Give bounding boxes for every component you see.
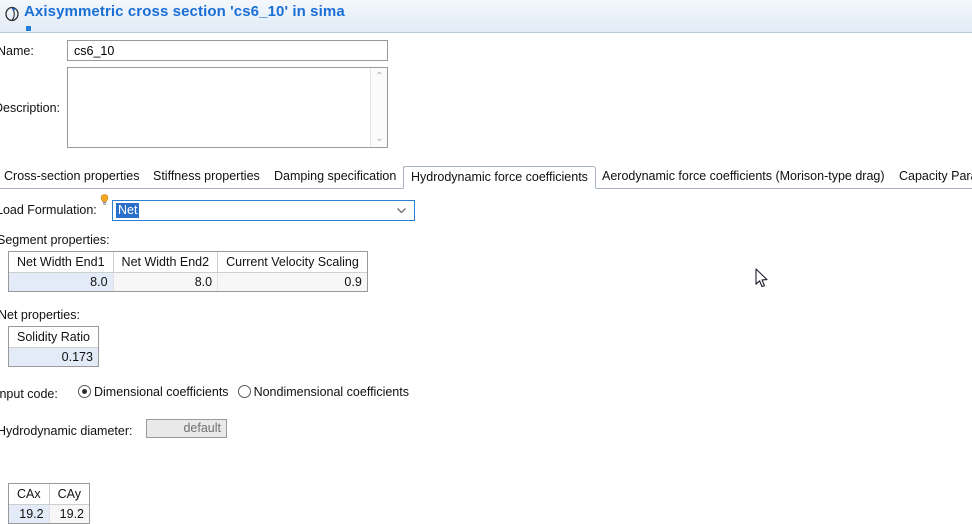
- table-header-row: Net Width End1Net Width End2Current Velo…: [9, 252, 367, 273]
- hydrodynamic-diameter-label: Hydrodynamic diameter:: [0, 424, 132, 438]
- table-cell[interactable]: 19.2: [9, 505, 49, 524]
- tab-label: Aerodynamic force coefficients (Morison-…: [602, 169, 885, 183]
- description-label: Description:: [0, 101, 60, 115]
- segment-properties-table[interactable]: Net Width End1Net Width End2Current Velo…: [8, 251, 368, 292]
- radio-label: Dimensional coefficients: [94, 385, 229, 399]
- table-row: 0.173: [9, 348, 98, 367]
- name-label: Name:: [0, 44, 34, 58]
- description-scrollbar[interactable]: ⌃ ⌄: [370, 68, 387, 147]
- scroll-down-icon[interactable]: ⌄: [371, 130, 388, 147]
- table-cell[interactable]: 8.0: [9, 273, 113, 292]
- column-header[interactable]: Net Width End1: [9, 252, 113, 273]
- hydrodynamic-diameter-input[interactable]: default: [146, 419, 227, 438]
- input-code-label: Input code:: [0, 387, 58, 401]
- header-form: Name: Description: ⌃ ⌄: [0, 33, 972, 158]
- table-header-row: CAxCAy: [9, 484, 89, 505]
- load-formulation-value: Net: [116, 203, 139, 218]
- scroll-up-icon[interactable]: ⌃: [371, 68, 388, 85]
- column-header[interactable]: CAx: [9, 484, 49, 505]
- tab-label: Damping specification: [274, 169, 396, 183]
- title-accent-mark: [26, 26, 31, 31]
- column-header[interactable]: Solidity Ratio: [9, 327, 98, 348]
- tab-stiffness-properties[interactable]: Stiffness properties: [146, 166, 268, 188]
- input-code-radio-group: Dimensional coefficients Nondimensional c…: [78, 384, 418, 399]
- radio-nondimensional-coefficients[interactable]: Nondimensional coefficients: [238, 385, 409, 399]
- net-properties-table[interactable]: Solidity Ratio0.173: [8, 326, 99, 367]
- tab-label: Hydrodynamic force coefficients: [411, 170, 588, 184]
- tab-label: Cross-section properties: [4, 169, 139, 183]
- tab-cross-section-properties[interactable]: Cross-section properties: [0, 166, 147, 188]
- tab-capacity-parameters[interactable]: Capacity Parameters: [892, 166, 972, 188]
- segment-properties-label: Segment properties:: [0, 233, 110, 247]
- load-formulation-dropdown[interactable]: Net: [112, 200, 415, 221]
- tab-label: Stiffness properties: [153, 169, 260, 183]
- added-mass-coefficients-table[interactable]: CAxCAy19.219.2: [8, 483, 90, 524]
- column-header[interactable]: CAy: [49, 484, 89, 505]
- cross-section-icon: [4, 6, 20, 22]
- tab-bar: Cross-section properties Stiffness proper…: [0, 166, 972, 189]
- column-header[interactable]: Net Width End2: [113, 252, 218, 273]
- window-title: Axisymmetric cross section 'cs6_10' in s…: [24, 3, 345, 20]
- name-input[interactable]: [67, 40, 388, 61]
- table-cell[interactable]: 8.0: [113, 273, 218, 292]
- radio-dimensional-coefficients[interactable]: Dimensional coefficients: [78, 385, 229, 399]
- tab-label: Capacity Parameters: [899, 169, 972, 183]
- table-row: 19.219.2: [9, 505, 89, 524]
- radio-label: Nondimensional coefficients: [254, 385, 409, 399]
- radio-indicator[interactable]: [78, 385, 91, 398]
- table-row: 8.08.00.9: [9, 273, 367, 292]
- tab-aerodynamic-force-coefficients-morison-type-drag[interactable]: Aerodynamic force coefficients (Morison-…: [595, 166, 893, 188]
- table-header-row: Solidity Ratio: [9, 327, 98, 348]
- chevron-down-icon[interactable]: [396, 205, 407, 216]
- tab-damping-specification[interactable]: Damping specification: [267, 166, 404, 188]
- description-field-wrapper: ⌃ ⌄: [67, 67, 388, 148]
- table-cell[interactable]: 0.9: [218, 273, 367, 292]
- load-formulation-label: Load Formulation:: [0, 203, 97, 217]
- column-header[interactable]: Current Velocity Scaling: [218, 252, 367, 273]
- table-cell[interactable]: 19.2: [49, 505, 89, 524]
- hydrodynamic-force-coefficients-panel: Load Formulation: Net Segment properties…: [0, 189, 972, 500]
- window-title-bar: Axisymmetric cross section 'cs6_10' in s…: [0, 0, 972, 33]
- net-properties-label: Net properties:: [0, 308, 80, 322]
- radio-indicator[interactable]: [238, 385, 251, 398]
- table-cell[interactable]: 0.173: [9, 348, 98, 367]
- lightbulb-icon: [100, 194, 109, 206]
- description-input[interactable]: [68, 68, 370, 147]
- tab-hydrodynamic-force-coefficients[interactable]: Hydrodynamic force coefficients: [403, 166, 596, 189]
